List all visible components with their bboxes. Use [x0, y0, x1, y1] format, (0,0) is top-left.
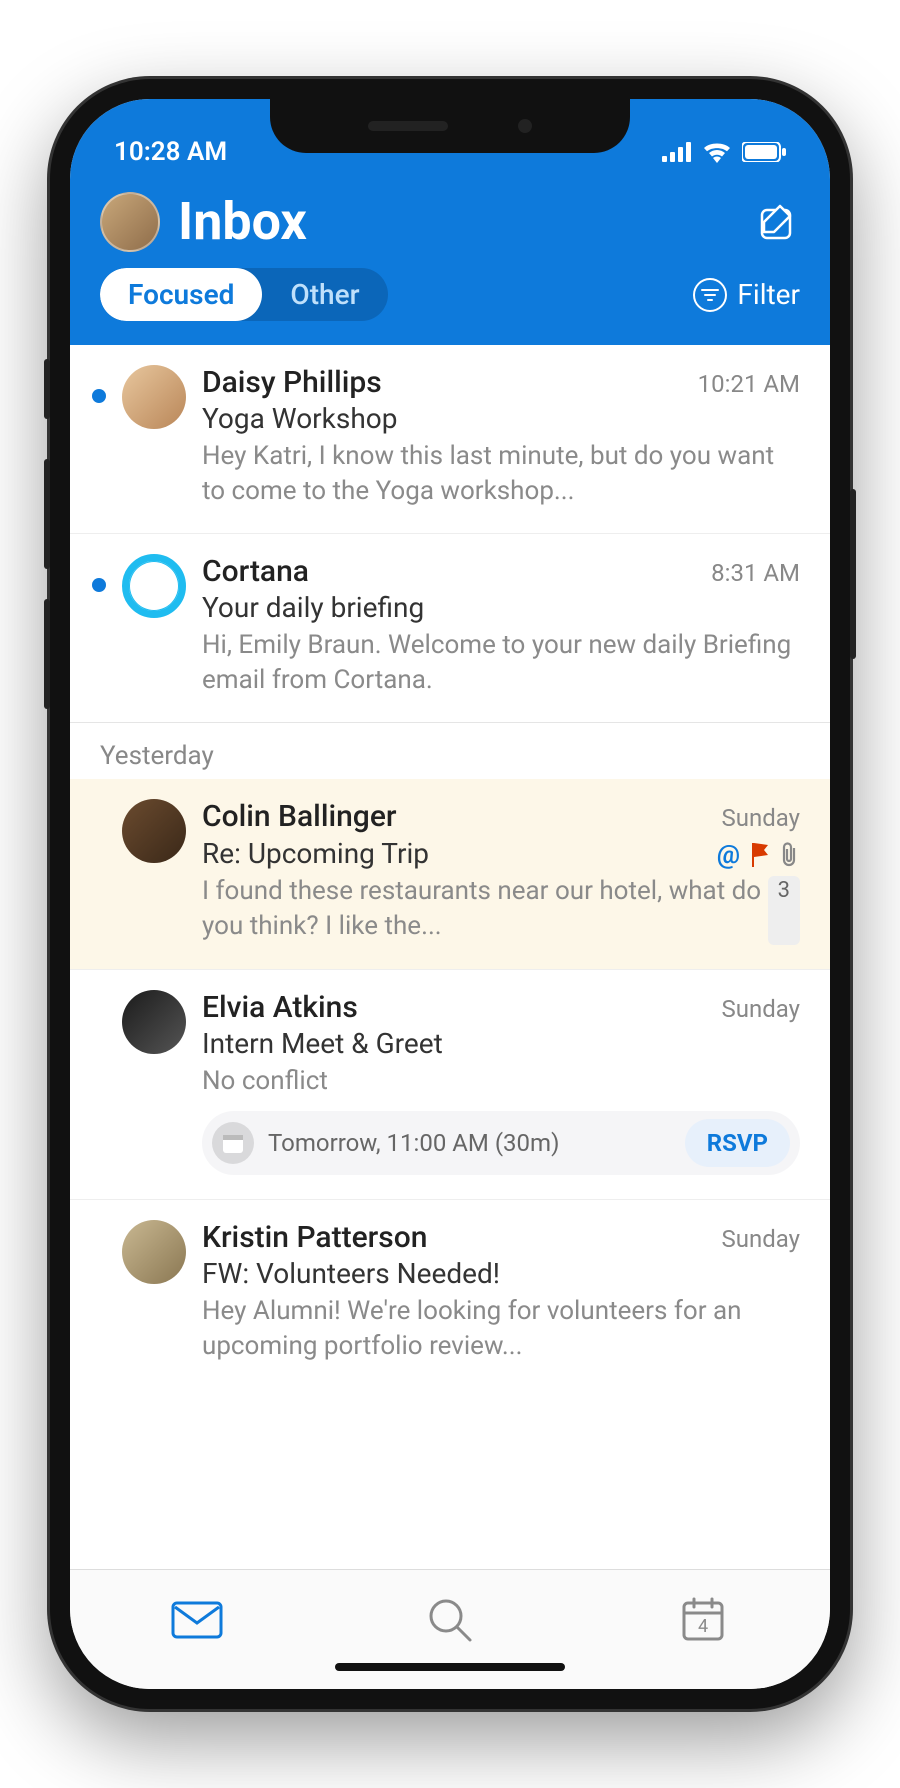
phone-volume-down [44, 599, 50, 709]
message-preview: I found these restaurants near our hotel… [202, 874, 768, 944]
cellular-signal-icon [662, 142, 692, 162]
filter-label: Filter [737, 278, 800, 311]
message-item[interactable]: Daisy Phillips 10:21 AM Yoga Workshop He… [70, 345, 830, 533]
inbox-tab-group: Focused Other [100, 268, 388, 321]
event-time-text: Tomorrow, 11:00 AM (30m) [268, 1129, 559, 1157]
message-subject: Re: Upcoming Trip [202, 837, 429, 870]
message-list[interactable]: Daisy Phillips 10:21 AM Yoga Workshop He… [70, 345, 830, 1388]
message-item[interactable]: Elvia Atkins Sunday Intern Meet & Greet … [70, 969, 830, 1199]
phone-mute-switch [44, 359, 50, 419]
message-preview: Hey Alumni! We're looking for volunteers… [202, 1294, 800, 1364]
sender-name: Daisy Phillips [202, 365, 382, 400]
sender-name: Colin Ballinger [202, 799, 397, 834]
phone-power-button [850, 489, 856, 659]
rsvp-button[interactable]: RSVP [685, 1119, 790, 1167]
thread-count-badge: 3 [768, 876, 800, 944]
message-preview: Hey Katri, I know this last minute, but … [202, 439, 800, 509]
message-item[interactable]: Cortana 8:31 AM Your daily briefing Hi, … [70, 533, 830, 722]
group-header-yesterday: Yesterday [70, 722, 830, 779]
message-time: Sunday [721, 995, 800, 1023]
message-subject: Yoga Workshop [202, 402, 800, 435]
message-time: 8:31 AM [711, 559, 800, 587]
page-title: Inbox [178, 191, 307, 252]
mention-icon: @ [717, 840, 740, 870]
message-time: 10:21 AM [698, 370, 800, 398]
screen: 10:28 AM Inbox [70, 99, 830, 1689]
message-time: Sunday [721, 1225, 800, 1253]
account-avatar[interactable] [100, 192, 160, 252]
filter-icon [693, 278, 727, 312]
nav-search[interactable] [400, 1597, 500, 1643]
sender-name: Kristin Patterson [202, 1220, 427, 1255]
sender-name: Elvia Atkins [202, 990, 358, 1025]
home-indicator[interactable] [335, 1663, 565, 1671]
nav-calendar[interactable]: 4 [653, 1597, 753, 1643]
message-subject: Your daily briefing [202, 591, 800, 624]
sender-avatar[interactable] [122, 365, 186, 429]
phone-notch [270, 99, 630, 153]
sender-avatar[interactable] [122, 990, 186, 1054]
message-subject: FW: Volunteers Needed! [202, 1257, 800, 1290]
message-preview: Hi, Emily Braun. Welcome to your new dai… [202, 628, 800, 698]
message-item[interactable]: Kristin Patterson Sunday FW: Volunteers … [70, 1199, 830, 1388]
compose-button[interactable] [756, 200, 800, 244]
attachment-icon [780, 842, 800, 868]
phone-volume-up [44, 459, 50, 569]
filter-button[interactable]: Filter [693, 278, 800, 312]
tab-other[interactable]: Other [262, 268, 387, 321]
message-item[interactable]: Colin Ballinger Sunday Re: Upcoming Trip… [70, 779, 830, 968]
battery-icon [742, 142, 786, 162]
message-time: Sunday [721, 804, 800, 832]
calendar-day-number: 4 [698, 1616, 708, 1637]
phone-frame: 10:28 AM Inbox [50, 79, 850, 1709]
sender-avatar[interactable] [122, 799, 186, 863]
calendar-icon [212, 1122, 254, 1164]
sender-avatar[interactable] [122, 1220, 186, 1284]
tab-focused[interactable]: Focused [100, 268, 262, 321]
wifi-icon [702, 141, 732, 163]
nav-mail[interactable] [147, 1601, 247, 1639]
sender-avatar-cortana[interactable] [122, 554, 186, 618]
status-time: 10:28 AM [114, 137, 227, 167]
bottom-nav: 4 [70, 1569, 830, 1689]
sender-name: Cortana [202, 554, 309, 589]
unread-dot-icon [92, 389, 106, 403]
event-chip: Tomorrow, 11:00 AM (30m) RSVP [202, 1111, 800, 1175]
flag-icon [750, 843, 770, 867]
unread-dot-icon [92, 578, 106, 592]
message-preview: No conflict [202, 1064, 800, 1099]
message-subject: Intern Meet & Greet [202, 1027, 800, 1060]
